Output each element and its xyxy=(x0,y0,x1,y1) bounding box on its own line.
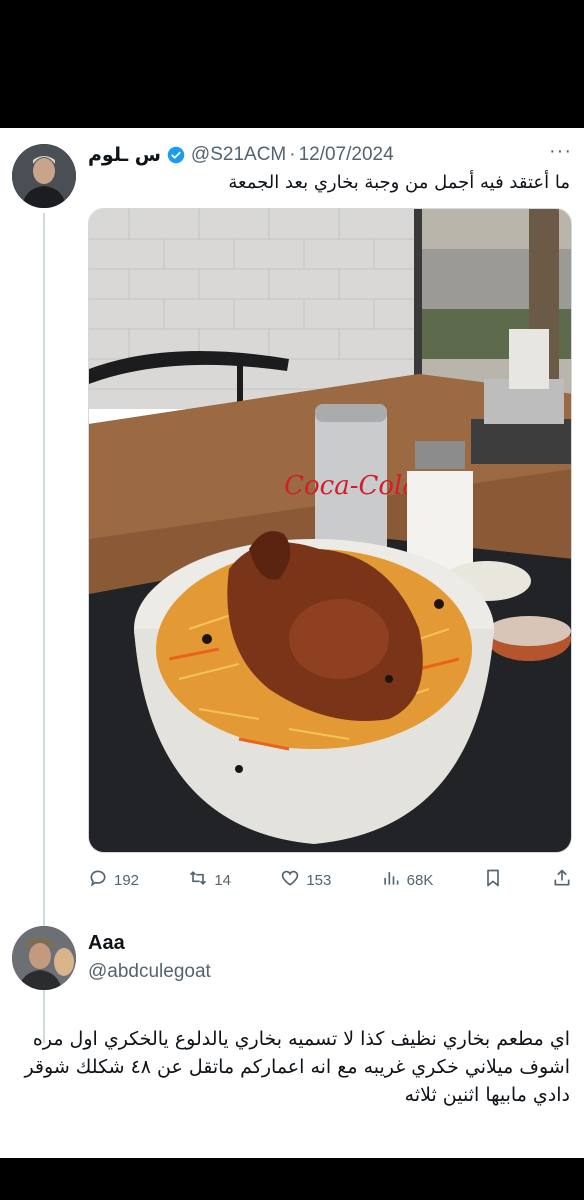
thread-connector-line xyxy=(43,213,45,1043)
author-handle[interactable]: @S21ACM xyxy=(191,144,286,166)
more-icon[interactable]: ··· xyxy=(549,141,572,161)
views-count: 68K xyxy=(406,871,434,889)
can-label: Coca-Cola xyxy=(284,471,418,501)
verified-badge-icon xyxy=(167,146,185,164)
author-avatar[interactable] xyxy=(12,144,76,208)
share-icon xyxy=(552,868,572,892)
reply-author-name[interactable]: Aaa xyxy=(88,932,211,955)
views-button[interactable]: 68K xyxy=(381,868,434,892)
tweet-thread: س ـلوم @S21ACM · 12/07/2024 ··· ما أعتقد… xyxy=(0,128,584,1158)
like-count: 153 xyxy=(306,871,332,889)
tweet-actions-bar: 192 14 153 68K xyxy=(88,868,572,892)
retweet-button[interactable]: 14 xyxy=(188,868,231,892)
reply-author-handle[interactable]: @abdculegoat xyxy=(88,961,211,983)
reply-count: 192 xyxy=(114,871,140,889)
bookmark-button[interactable] xyxy=(483,868,503,892)
reply-author-avatar[interactable] xyxy=(12,926,76,990)
author-display-name[interactable]: س ـلوم xyxy=(88,144,161,166)
tweet-media-photo[interactable]: Coca-Cola xyxy=(88,208,572,853)
retweet-count: 14 xyxy=(214,871,232,889)
bookmark-icon xyxy=(483,868,503,892)
reply-header: Aaa @abdculegoat xyxy=(88,932,211,983)
tweet-header: س ـلوم @S21ACM · 12/07/2024 xyxy=(88,142,568,168)
screen: س ـلوم @S21ACM · 12/07/2024 ··· ما أعتقد… xyxy=(0,0,584,1200)
tweet-date[interactable]: 12/07/2024 xyxy=(299,144,394,166)
reply-icon xyxy=(88,868,108,892)
share-button[interactable] xyxy=(552,868,572,892)
tweet-text: ما أعتقد فيه أجمل من وجبة بخاري بعد الجم… xyxy=(228,172,570,193)
reply-text: اي مطعم بخاري نظيف كذا لا تسميه بخاري يا… xyxy=(24,1028,570,1106)
views-icon xyxy=(381,868,401,892)
retweet-icon xyxy=(188,868,208,892)
reply-button[interactable]: 192 xyxy=(88,868,139,892)
like-button[interactable]: 153 xyxy=(280,868,331,892)
header-separator: · xyxy=(289,144,296,165)
like-icon xyxy=(280,868,300,892)
